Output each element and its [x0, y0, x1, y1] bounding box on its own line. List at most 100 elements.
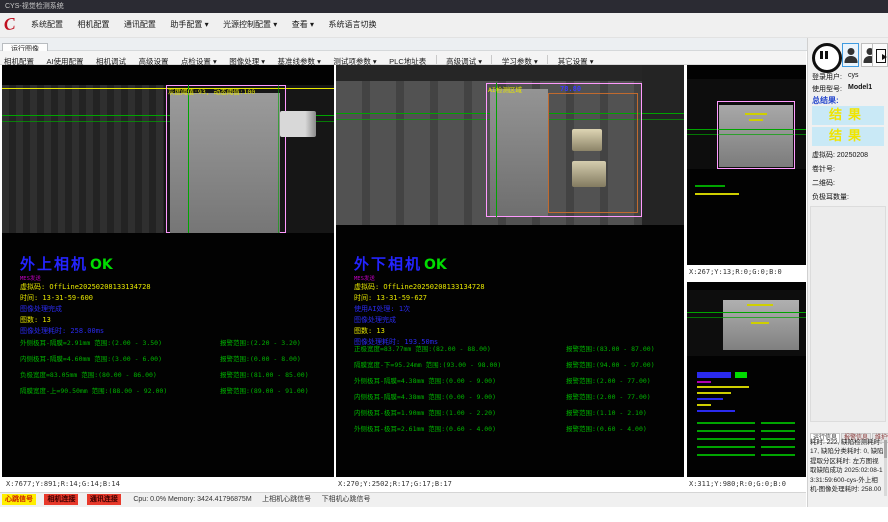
connector-part [280, 111, 316, 137]
menu-view[interactable]: 查看 ▾ [287, 13, 319, 37]
machinery-shadow [642, 65, 684, 225]
log-text[interactable]: 耗时: 222, 缺陷检测耗时: 17, 缺陷分类耗时: 0, 缺陷提取分区耗时… [810, 438, 884, 496]
heartbeat-status-badge: 心跳信号 [2, 494, 36, 505]
mini-annotation [761, 454, 795, 456]
process-done: 图像处理完成 [20, 304, 332, 315]
menu-comm-config[interactable]: 通讯配置 [119, 13, 161, 37]
toolbar: 相机配置 AI使用配置 相机调试 高级设置 点检设置 ▾ 图像处理 ▾ 基准线参… [0, 51, 806, 65]
lower-camera-heartbeat: 下相机心跳信号 [322, 493, 371, 506]
threshold-label: 灰度阈值:93, 动态阈值:100 [168, 86, 255, 96]
toolbar-divider [547, 55, 548, 64]
upper-camera-heartbeat: 上相机心跳信号 [262, 493, 311, 506]
mini-annotation [695, 185, 725, 187]
anode-tab-count-field: 负极耳数量: [812, 192, 849, 202]
measure-value-label: 78.80 [560, 85, 581, 93]
camera-connect-badge: 相机连接 [44, 494, 78, 505]
product-region [170, 93, 280, 233]
ai-region-label: AI检测区域 [488, 84, 522, 94]
camera-title: 外上相机 [20, 255, 88, 273]
process-elapsed: 图像处理耗时: 258.00ms [20, 326, 332, 337]
camera-image-small-top [687, 79, 806, 169]
ai-usage: 使用AI处理: 1次 [354, 304, 680, 315]
camera-view-lower-outer[interactable]: AI检测区域 78.80 外下相机OK MES发送 虚拟码: OffLine20… [336, 65, 684, 477]
log-scrollbar[interactable] [884, 438, 887, 496]
menu-camera-config[interactable]: 相机配置 [72, 13, 114, 37]
mini-annotation [761, 430, 795, 432]
pixel-readout-small-top: X:267;Y:13;R:0;G:0;B:0 [689, 268, 782, 276]
total-result-label: 总结果: [812, 95, 839, 106]
ok-status: OK [90, 257, 113, 273]
mini-annotation [735, 372, 747, 378]
exit-button[interactable] [872, 43, 888, 67]
frame-count: 图数: 13 [20, 315, 332, 326]
mini-result-text-block [697, 372, 801, 472]
operator-mode-button[interactable] [842, 43, 859, 67]
mini-annotation [697, 410, 735, 412]
mes-status: MES发送 [20, 274, 332, 282]
result-text-block: 外上相机OK MES发送 虚拟码: OffLine202502081331347… [20, 253, 332, 337]
mini-annotation [697, 446, 755, 448]
exit-door-icon [876, 49, 886, 63]
result-display-2: 结果 [812, 127, 884, 146]
menu-system-config[interactable]: 系统配置 [26, 13, 68, 37]
mini-annotation [697, 430, 755, 432]
edge-line [496, 83, 497, 217]
mini-annotation [697, 386, 749, 388]
pause-button[interactable] [812, 43, 842, 73]
measure-line [687, 312, 806, 313]
mini-annotation [695, 193, 739, 195]
camera-view-upper-outer[interactable]: 灰度阈值:93, 动态阈值:100 外上相机OK MES发送 虚拟码: OffL… [2, 65, 334, 477]
mini-annotation [761, 446, 795, 448]
machinery-texture [2, 85, 164, 233]
roi-rect [717, 101, 795, 169]
camera-image-small-bottom [687, 290, 806, 356]
product-region [723, 300, 799, 350]
camera-title-line: 外下相机OK [354, 253, 680, 274]
edge-line [188, 85, 189, 233]
camera-title: 外下相机 [354, 255, 422, 273]
mini-annotation [697, 438, 755, 440]
virtual-code: 虚拟码: OffLine20250208133134728 [354, 282, 680, 293]
app-logo-icon [3, 13, 26, 38]
ok-status: OK [424, 257, 447, 273]
menu-light-config[interactable]: 光源控制配置 ▾ [218, 13, 282, 37]
pixel-readout-middle: X:270;Y:2502;R:17;G:17;B:17 [338, 480, 452, 488]
mini-annotation [697, 372, 731, 378]
camera-image-middle: AI检测区域 78.80 [336, 65, 684, 225]
virtual-code-field: 虚拟码: 20250208 [812, 150, 868, 160]
mes-status: MES发送 [354, 274, 680, 282]
mini-annotation [697, 381, 711, 383]
ai-region-rect [548, 93, 638, 213]
mini-annotation [761, 422, 795, 424]
mini-annotation [697, 404, 711, 406]
status-bar: 心跳信号 相机连接 通讯连接 Cpu: 0.0% Memory: 3424.41… [0, 492, 806, 507]
log-tabs: 运行信息报警信息维护信息 [810, 426, 888, 436]
qr-code-field: 二维码: [812, 178, 835, 188]
menu-assist-config[interactable]: 助手配置 ▾ [165, 13, 213, 37]
login-user-label: 登录用户: [812, 72, 842, 82]
login-user-value: cys [848, 72, 859, 79]
mini-annotation [747, 304, 773, 306]
window-title: CYS-视觉检测系统 [5, 3, 64, 10]
mini-annotation [751, 322, 769, 324]
process-done: 图像处理完成 [354, 315, 680, 326]
result-display-1: 结果 [812, 106, 884, 125]
bottom-strip [0, 507, 888, 522]
machinery-shadow [336, 65, 684, 81]
model-value: Model1 [848, 84, 872, 91]
camera-view-small-top[interactable] [687, 65, 806, 265]
bright-tab [572, 129, 602, 151]
menu-language-switch[interactable]: 系统语言切换 [323, 13, 381, 37]
comm-connect-badge: 通讯连接 [87, 494, 121, 505]
camera-image-left: 灰度阈值:93, 动态阈值:100 [2, 85, 334, 233]
cpu-memory-readout: Cpu: 0.0% Memory: 3424.41796875M [133, 493, 251, 506]
toolbar-divider [436, 55, 437, 64]
info-panel-spacer [810, 206, 886, 422]
mini-annotation [697, 422, 755, 424]
camera-view-small-bottom[interactable] [687, 282, 806, 477]
camera-title-line: 外上相机OK [20, 253, 332, 274]
model-label: 使用型号: [812, 84, 842, 94]
mini-annotation [697, 398, 723, 400]
edge-line [278, 85, 279, 233]
result-text-block: 外下相机OK MES发送 虚拟码: OffLine202502081331347… [354, 253, 680, 348]
